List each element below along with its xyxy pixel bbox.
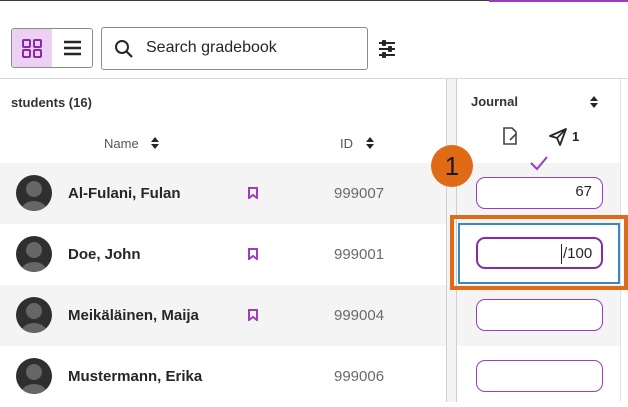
grid-icon	[22, 39, 42, 58]
callout-highlight-box	[450, 215, 628, 290]
grade-input[interactable]	[476, 299, 603, 331]
student-id: 999004	[334, 307, 385, 324]
person-silhouette-icon	[21, 181, 47, 211]
id-header-label: ID	[340, 136, 353, 151]
id-column-header[interactable]: ID	[340, 136, 375, 151]
student-name[interactable]: Al-Fulani, Fulan	[68, 185, 181, 202]
checkmark-icon	[530, 156, 548, 171]
name-column-header[interactable]: Name	[104, 136, 160, 151]
callout-number-badge: 1	[431, 145, 473, 187]
list-view-button[interactable]	[52, 29, 92, 67]
student-name[interactable]: Mustermann, Erika	[68, 368, 202, 385]
posted-count: 1	[572, 129, 580, 144]
search-icon	[115, 40, 133, 58]
grade-value: 67	[575, 183, 592, 200]
journal-column-title[interactable]: Journal	[471, 94, 518, 109]
toolbar-divider	[0, 78, 628, 79]
list-icon	[64, 40, 81, 56]
person-silhouette-icon	[21, 242, 47, 272]
sort-icon[interactable]	[589, 95, 599, 109]
student-name[interactable]: Doe, John	[68, 246, 141, 263]
students-count-label: students (16)	[11, 95, 92, 110]
filter-sliders-icon	[379, 40, 395, 58]
filter-button[interactable]	[372, 34, 402, 64]
student-id: 999007	[334, 185, 385, 202]
top-accent-bar	[489, 0, 628, 2]
search-placeholder: Search gradebook	[146, 39, 277, 56]
sort-icon	[365, 137, 374, 149]
person-silhouette-icon	[21, 303, 47, 333]
grade-input[interactable]	[476, 360, 603, 392]
student-id: 999006	[334, 368, 385, 385]
send-icon	[549, 128, 567, 146]
person-silhouette-icon	[21, 364, 47, 394]
avatar	[16, 358, 52, 394]
avatar	[16, 175, 52, 211]
grade-input[interactable]: 67	[476, 177, 603, 209]
bookmark-icon	[248, 309, 258, 321]
name-header-label: Name	[104, 136, 139, 151]
column-divider	[446, 79, 447, 402]
student-name[interactable]: Meikäläinen, Maija	[68, 307, 199, 324]
document-edit-icon	[503, 127, 517, 145]
bookmark-icon	[248, 187, 258, 199]
avatar	[16, 297, 52, 333]
student-id: 999001	[334, 246, 385, 263]
grid-view-button[interactable]	[12, 29, 52, 67]
sort-icon	[151, 137, 160, 149]
avatar	[16, 236, 52, 272]
bookmark-icon	[248, 248, 258, 260]
